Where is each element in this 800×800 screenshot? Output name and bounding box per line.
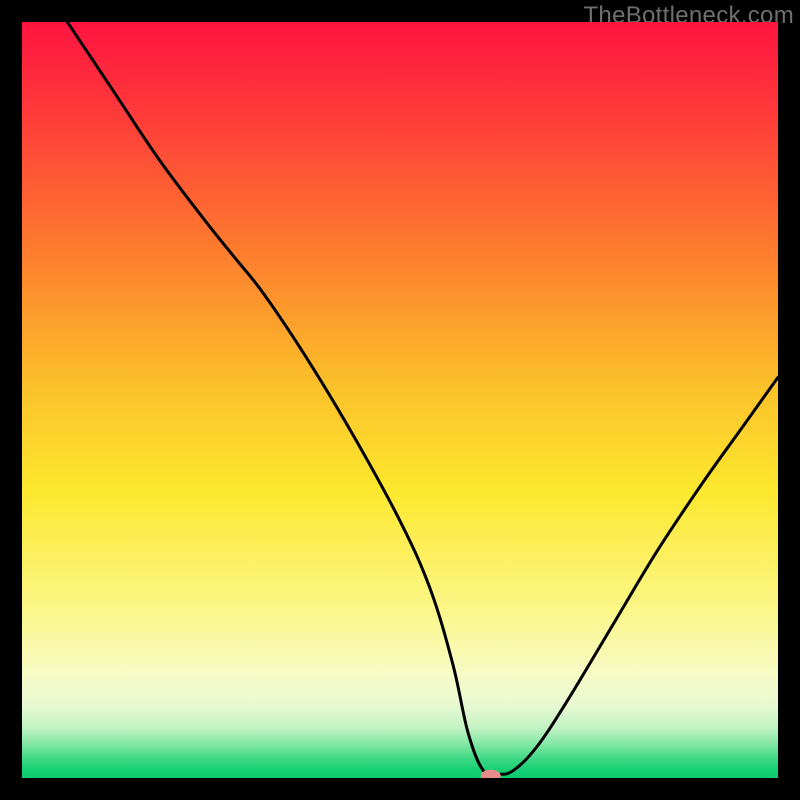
- plot-area: [22, 22, 778, 778]
- chart-frame: TheBottleneck.com: [0, 0, 800, 800]
- gradient-rect: [22, 22, 778, 778]
- chart-svg: [22, 22, 778, 778]
